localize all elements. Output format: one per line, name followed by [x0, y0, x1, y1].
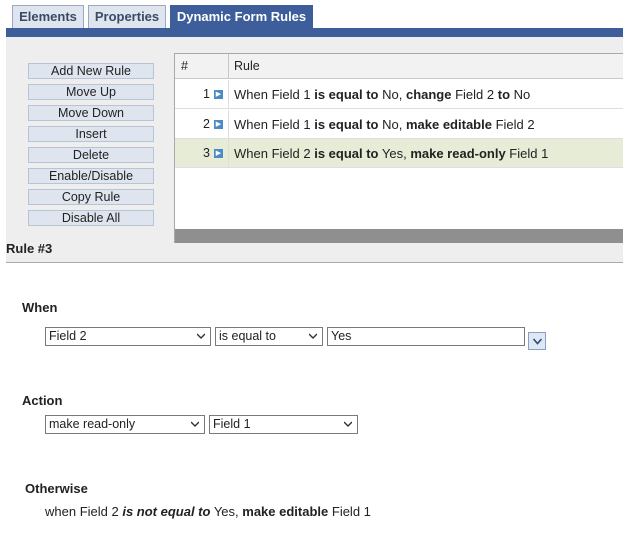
rule-text-part: change	[405, 87, 452, 102]
tab-strip	[6, 28, 623, 37]
rules-panel: Add New Rule Move Up Move Down Insert De…	[6, 37, 623, 262]
otherwise-action: make editable	[242, 504, 329, 519]
otherwise-prefix: when Field 2	[45, 504, 123, 519]
chevron-down-icon	[197, 333, 205, 339]
column-header-number: #	[175, 54, 229, 79]
chevron-down-icon	[533, 338, 542, 345]
row-arrow-icon[interactable]: ▶	[214, 90, 223, 100]
rule-text-part: Field 2	[451, 87, 498, 102]
rule-text-part: No	[510, 87, 531, 102]
rule-number-text: 3	[203, 146, 210, 160]
when-field-select[interactable]: Field 2	[45, 327, 211, 346]
rule-text: When Field 1 is equal to No, change Fiel…	[234, 80, 530, 109]
move-up-button[interactable]: Move Up	[28, 84, 154, 100]
column-header-rule: Rule	[234, 59, 260, 73]
delete-button[interactable]: Delete	[28, 147, 154, 163]
action-target-value: Field 1	[213, 417, 251, 431]
row-arrow-icon[interactable]: ▶	[214, 120, 223, 130]
rule-label: Rule #3	[6, 241, 53, 256]
rule-number: 1 ▶	[175, 80, 229, 109]
rule-text-part: Field 1	[505, 146, 549, 161]
rule-text: When Field 1 is equal to No, make editab…	[234, 110, 535, 139]
move-down-button[interactable]: Move Down	[28, 105, 154, 121]
rule-number-text: 2	[203, 117, 210, 131]
chevron-down-icon	[309, 333, 317, 339]
rule-text-part: No,	[378, 117, 406, 132]
chevron-down-icon	[191, 421, 199, 427]
tab-bar: Elements Properties Dynamic Form Rules	[0, 0, 623, 40]
rule-text-part: Yes,	[378, 146, 411, 161]
when-field-value: Field 2	[49, 329, 87, 343]
grid-scroll-area[interactable]	[175, 229, 623, 243]
otherwise-text: when Field 2 is not equal to Yes, make e…	[45, 504, 371, 519]
tab-elements[interactable]: Elements	[12, 5, 84, 28]
copy-rule-button[interactable]: Copy Rule	[28, 189, 154, 205]
table-row[interactable]: 2 ▶ When Field 1 is equal to No, make edit…	[175, 110, 623, 139]
disable-all-button[interactable]: Disable All	[28, 210, 154, 226]
when-title: When	[22, 300, 58, 315]
rule-number: 2 ▶	[175, 110, 229, 139]
rules-grid: # Rule 1 ▶ When Field 1 is equal to No, ch…	[174, 53, 623, 243]
grid-header: # Rule	[175, 54, 623, 79]
action-value: make read-only	[49, 417, 136, 431]
action-target-select[interactable]: Field 1	[209, 415, 358, 434]
tab-dynamic-form-rules[interactable]: Dynamic Form Rules	[170, 5, 313, 28]
rule-button-column: Add New Rule Move Up Move Down Insert De…	[28, 63, 154, 231]
action-select[interactable]: make read-only	[45, 415, 205, 434]
otherwise-title: Otherwise	[25, 481, 88, 496]
rule-text-part: Field 2	[491, 117, 535, 132]
rule-text-part: is equal to	[314, 146, 379, 161]
add-new-rule-button[interactable]: Add New Rule	[28, 63, 154, 79]
rule-text-part: is equal to	[314, 87, 379, 102]
row-arrow-icon[interactable]: ▶	[214, 149, 223, 159]
otherwise-operator: is not equal to	[122, 504, 211, 519]
divider	[6, 262, 623, 263]
insert-button[interactable]: Insert	[28, 126, 154, 142]
rule-text-part: When Field 2	[234, 146, 315, 161]
rule-text-part: make editable	[405, 117, 492, 132]
value-options-button[interactable]	[528, 332, 546, 350]
rule-text-part: make read-only	[410, 146, 506, 161]
table-row[interactable]: 1 ▶ When Field 1 is equal to No, change Fi…	[175, 80, 623, 109]
rule-number: 3 ▶	[175, 139, 229, 168]
enable-disable-button[interactable]: Enable/Disable	[28, 168, 154, 184]
rule-number-text: 1	[203, 87, 210, 101]
action-title: Action	[22, 393, 63, 408]
rule-text-part: to	[497, 87, 511, 102]
otherwise-value: Yes,	[210, 504, 243, 519]
chevron-down-icon	[344, 421, 352, 427]
rule-text-part: is equal to	[314, 117, 379, 132]
rule-text-part: No,	[378, 87, 406, 102]
tab-properties[interactable]: Properties	[88, 5, 166, 28]
otherwise-target: Field 1	[328, 504, 371, 519]
when-operator-select[interactable]: is equal to	[215, 327, 323, 346]
when-operator-value: is equal to	[219, 329, 276, 343]
rule-text-part: When Field 1	[234, 117, 315, 132]
when-value-input[interactable]: Yes	[327, 327, 525, 346]
rule-text: When Field 2 is equal to Yes, make read-…	[234, 139, 548, 168]
rule-text-part: When Field 1	[234, 87, 315, 102]
table-row[interactable]: 3 ▶ When Field 2 is equal to Yes, make rea…	[175, 139, 623, 168]
